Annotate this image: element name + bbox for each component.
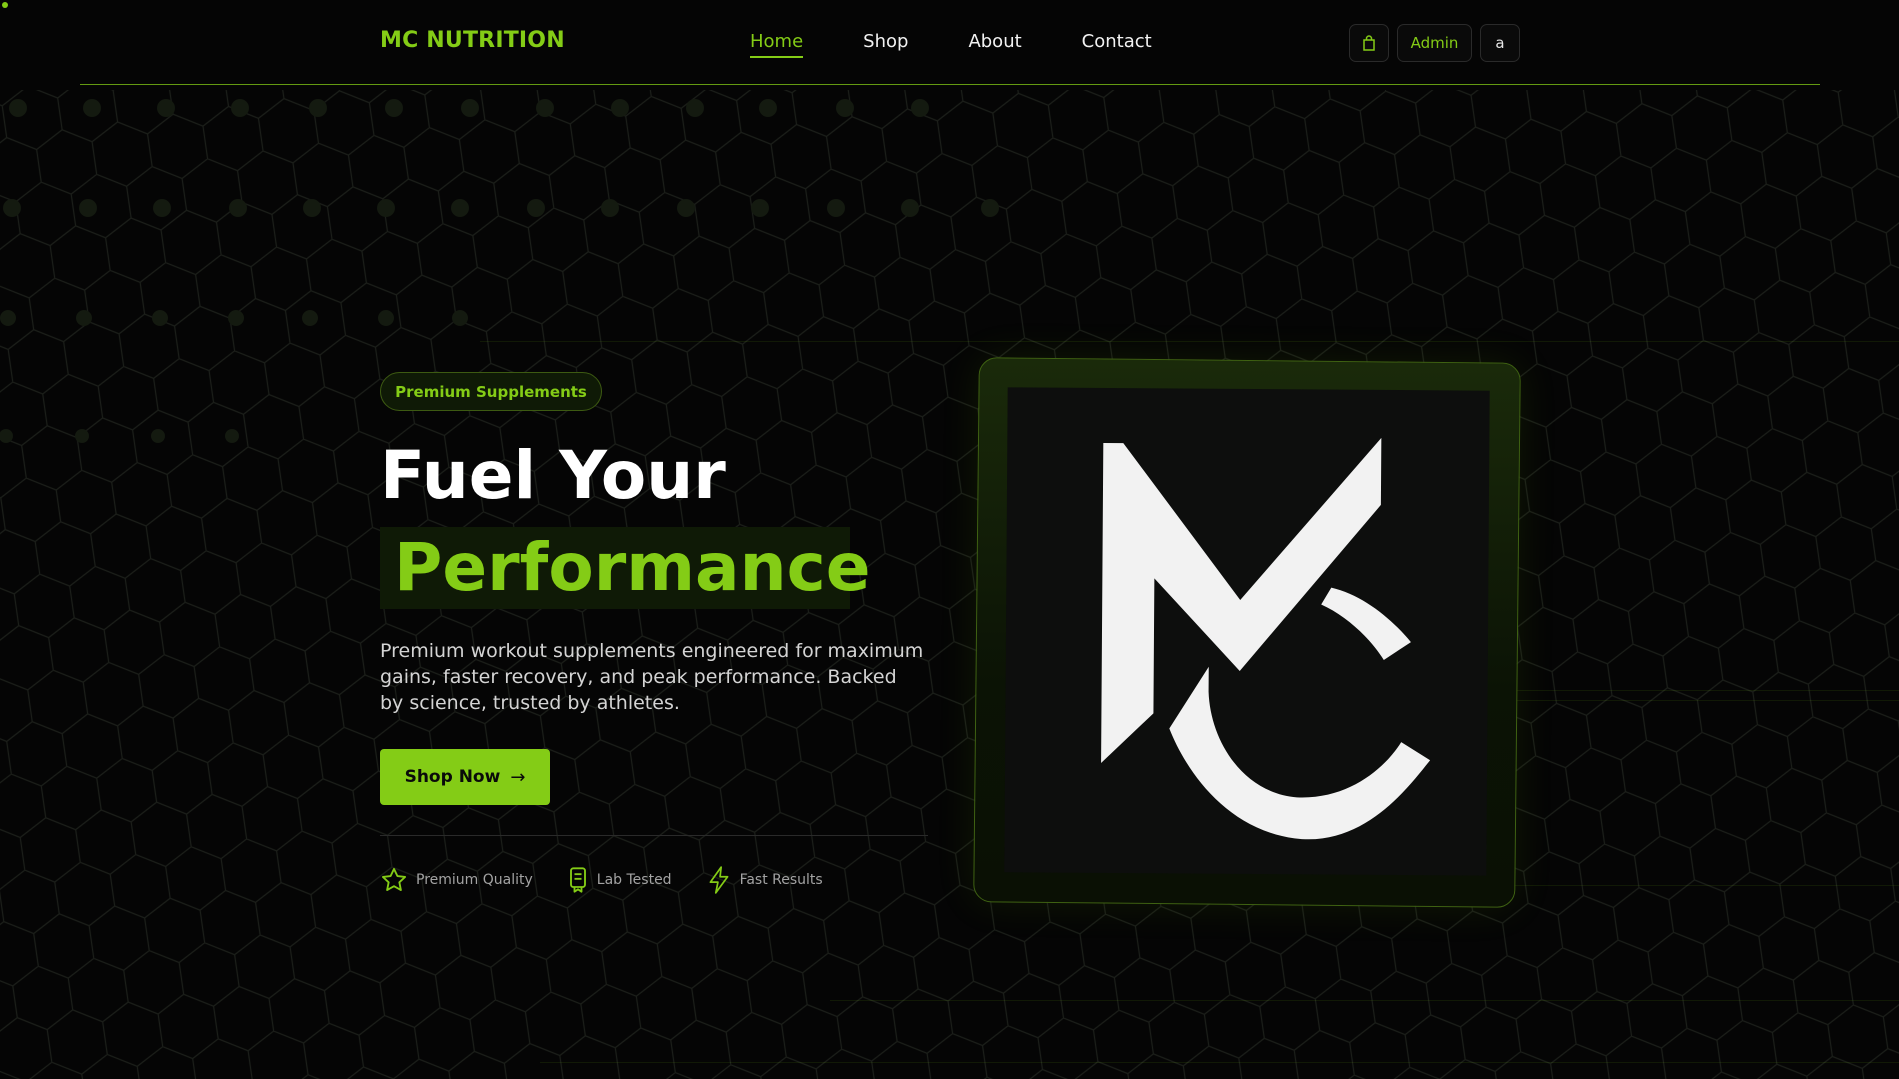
user-avatar-button[interactable]: a [1480, 24, 1520, 62]
hero-title-line2: Performance [394, 529, 871, 606]
mc-logo-image [1004, 387, 1490, 876]
header-divider [80, 84, 1820, 85]
feature-premium-quality: Premium Quality [380, 866, 533, 894]
shop-now-button[interactable]: Shop Now → [380, 749, 550, 805]
feature-fast-results: Fast Results [706, 865, 823, 895]
admin-button[interactable]: Admin [1397, 24, 1472, 62]
star-icon [381, 867, 407, 891]
shopping-bag-icon [1363, 35, 1375, 51]
bg-line [1480, 690, 1899, 691]
lightning-icon [709, 866, 729, 894]
nav-shop-link[interactable]: Shop [863, 31, 908, 58]
nav-contact-link[interactable]: Contact [1082, 31, 1152, 58]
site-header: MC NUTRITION Home Shop About Contact Adm… [0, 0, 1899, 86]
nav-about-link[interactable]: About [968, 31, 1021, 58]
bg-line [540, 1062, 1899, 1063]
nav-home-link[interactable]: Home [750, 31, 804, 58]
feature-list: Premium Quality Lab Tested Fast Results [380, 865, 857, 895]
hero-description: Premium workout supplements engineered f… [380, 640, 924, 714]
bg-line [1480, 700, 1899, 701]
brand-logo-text[interactable]: MC NUTRITION [380, 28, 565, 53]
hero-title-line1: Fuel Your [380, 437, 726, 514]
feature-label: Premium Quality [416, 872, 533, 888]
mc-logo-icon [1101, 437, 1431, 840]
hexagon-background-pattern [0, 90, 1899, 1079]
premium-supplements-badge: Premium Supplements [380, 372, 602, 411]
feature-label: Lab Tested [596, 872, 672, 888]
certificate-icon [569, 867, 586, 893]
main-nav: Home Shop About Contact [750, 31, 1152, 58]
bg-line [480, 341, 1899, 342]
cart-button[interactable] [1349, 24, 1389, 62]
feature-lab-tested: Lab Tested [567, 866, 672, 894]
features-divider [380, 835, 928, 836]
bg-line [830, 1000, 1899, 1001]
arrow-right-icon: → [510, 766, 526, 788]
shop-now-label: Shop Now [404, 767, 501, 787]
feature-label: Fast Results [739, 872, 823, 888]
